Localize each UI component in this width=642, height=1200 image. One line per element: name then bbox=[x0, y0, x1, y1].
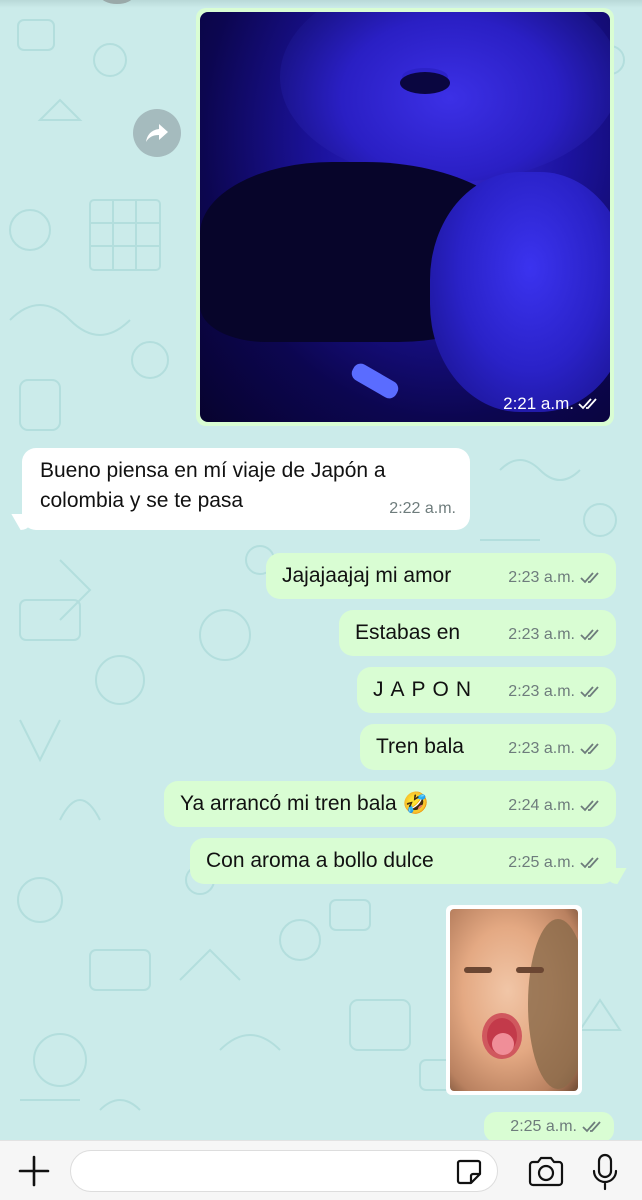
message-meta: 2:23 a.m. bbox=[508, 734, 602, 764]
plus-icon bbox=[18, 1155, 50, 1187]
forward-arrow-icon bbox=[146, 124, 168, 142]
message-meta: 2:24 a.m. bbox=[508, 791, 602, 821]
avatar-edge bbox=[100, 0, 134, 4]
microphone-button[interactable] bbox=[590, 1153, 620, 1191]
sticker-image bbox=[450, 909, 578, 1091]
sticker-message[interactable] bbox=[446, 905, 582, 1095]
camera-button[interactable] bbox=[526, 1155, 566, 1189]
message-time: 2:22 a.m. bbox=[389, 500, 456, 517]
message-time: 2:25 a.m. bbox=[508, 854, 575, 871]
attach-button[interactable] bbox=[16, 1153, 52, 1189]
double-check-icon bbox=[580, 856, 602, 870]
photo-message[interactable]: 2:21 a.m. bbox=[196, 8, 614, 426]
photo-hand bbox=[430, 172, 610, 412]
sticker-meta: 2:25 a.m. bbox=[484, 1112, 614, 1142]
message-time: 2:23 a.m. bbox=[508, 626, 575, 643]
message-time: 2:23 a.m. bbox=[508, 740, 575, 757]
message-input[interactable] bbox=[70, 1150, 498, 1192]
message-time: 2:23 a.m. bbox=[508, 569, 575, 586]
message-text: JAPON bbox=[373, 678, 479, 701]
forward-button[interactable] bbox=[133, 109, 181, 157]
message-meta: 2:22 a.m. bbox=[389, 494, 456, 524]
message-text: Ya arrancó mi tren bala 🤣 bbox=[180, 792, 429, 815]
outgoing-message[interactable]: Jajajaajaj mi amor 2:23 a.m. bbox=[266, 553, 616, 599]
double-check-icon bbox=[580, 742, 602, 756]
message-time: 2:21 a.m. bbox=[503, 394, 574, 413]
camera-icon bbox=[528, 1156, 564, 1187]
sticker-eye-right bbox=[516, 967, 544, 973]
double-check-icon bbox=[580, 628, 602, 642]
double-check-icon bbox=[580, 799, 602, 813]
sticker-button[interactable] bbox=[454, 1157, 484, 1187]
message-meta: 2:23 a.m. bbox=[508, 620, 602, 650]
photo-eye bbox=[400, 72, 450, 94]
photo-image[interactable]: 2:21 a.m. bbox=[200, 12, 610, 422]
message-text: Jajajaajaj mi amor bbox=[282, 564, 452, 587]
microphone-icon bbox=[592, 1153, 618, 1191]
double-check-icon bbox=[580, 685, 602, 699]
message-time: 2:25 a.m. bbox=[510, 1118, 577, 1135]
outgoing-message[interactable]: Con aroma a bollo dulce 2:25 a.m. bbox=[190, 838, 627, 884]
top-edge bbox=[0, 0, 642, 8]
photo-object bbox=[348, 360, 402, 402]
double-check-icon bbox=[582, 1120, 604, 1134]
double-check-icon bbox=[580, 571, 602, 585]
message-text: Estabas en bbox=[355, 621, 461, 644]
message-text: Bueno piensa en mí viaje de Japón a colo… bbox=[40, 459, 386, 512]
incoming-message[interactable]: Bueno piensa en mí viaje de Japón a colo… bbox=[11, 448, 470, 530]
sticker-icon bbox=[456, 1159, 482, 1185]
message-meta: 2:23 a.m. bbox=[508, 563, 602, 593]
message-meta: 2:23 a.m. bbox=[508, 677, 602, 707]
message-time: 2:23 a.m. bbox=[508, 683, 575, 700]
sticker-eye-left bbox=[464, 967, 492, 973]
photo-meta: 2:21 a.m. bbox=[503, 394, 600, 414]
outgoing-message[interactable]: Ya arrancó mi tren bala 🤣 2:24 a.m. bbox=[164, 781, 616, 827]
message-meta: 2:25 a.m. bbox=[508, 848, 602, 878]
outgoing-message[interactable]: Tren bala 2:23 a.m. bbox=[360, 724, 616, 770]
outgoing-message[interactable]: JAPON 2:23 a.m. bbox=[357, 667, 616, 713]
double-check-icon bbox=[578, 397, 600, 411]
message-composer bbox=[0, 1140, 642, 1200]
sticker-tongue bbox=[492, 1033, 514, 1055]
sticker-hair bbox=[528, 919, 578, 1089]
message-text: Tren bala bbox=[376, 735, 464, 758]
message-time: 2:24 a.m. bbox=[508, 797, 575, 814]
message-text: Con aroma a bollo dulce bbox=[206, 849, 434, 872]
photo-face bbox=[280, 12, 610, 182]
outgoing-message[interactable]: Estabas en 2:23 a.m. bbox=[339, 610, 616, 656]
